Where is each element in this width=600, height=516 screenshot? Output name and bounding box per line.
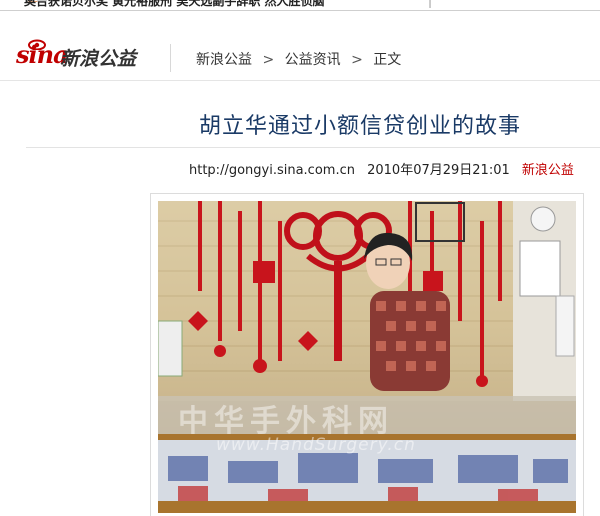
article-source-link[interactable]: 新浪公益 (522, 163, 574, 178)
header-divider (170, 44, 171, 72)
title-divider (26, 147, 600, 148)
ticker-text[interactable]: 奥吉获诺贝尔奖 黄光裕服刑 吴天选副手辞职 然人胜侦脑 (24, 0, 325, 9)
article-photo-frame: 中华手外科网 www.HandSurgery.cn (150, 193, 584, 516)
breadcrumb: 新浪公益 > 公益资讯 > 正文 (196, 49, 401, 69)
article-url-link[interactable]: http://gongyi.sina.com.cn (189, 163, 355, 178)
photo-watermark-english: www.HandSurgery.cn (216, 435, 416, 455)
breadcrumb-home-link[interactable]: 新浪公益 (196, 52, 252, 68)
breadcrumb-section-link[interactable]: 公益资讯 (285, 52, 341, 68)
photo-watermark-chinese: 中华手外科网 (178, 404, 394, 439)
article-photo: 中华手外科网 www.HandSurgery.cn (158, 201, 576, 513)
article-date: 2010年07月29日21:01 (367, 163, 510, 178)
breadcrumb-separator: > (262, 52, 275, 68)
page-header: sina 新浪公益 新浪公益 > 公益资讯 > 正文 (0, 10, 600, 81)
sina-gongyi-logo[interactable]: sina 新浪公益 (16, 39, 146, 80)
article-title: 胡立华通过小额信贷创业的故事 (199, 114, 522, 139)
article-meta: http://gongyi.sina.com.cn 2010年07月29日21:… (189, 159, 574, 178)
breadcrumb-current: 正文 (373, 52, 402, 68)
logo-channel-text: 新浪公益 (60, 48, 137, 70)
photo-scene-illustration (158, 201, 576, 513)
ticker-divider: | (428, 0, 433, 8)
breadcrumb-separator: > (351, 52, 363, 68)
